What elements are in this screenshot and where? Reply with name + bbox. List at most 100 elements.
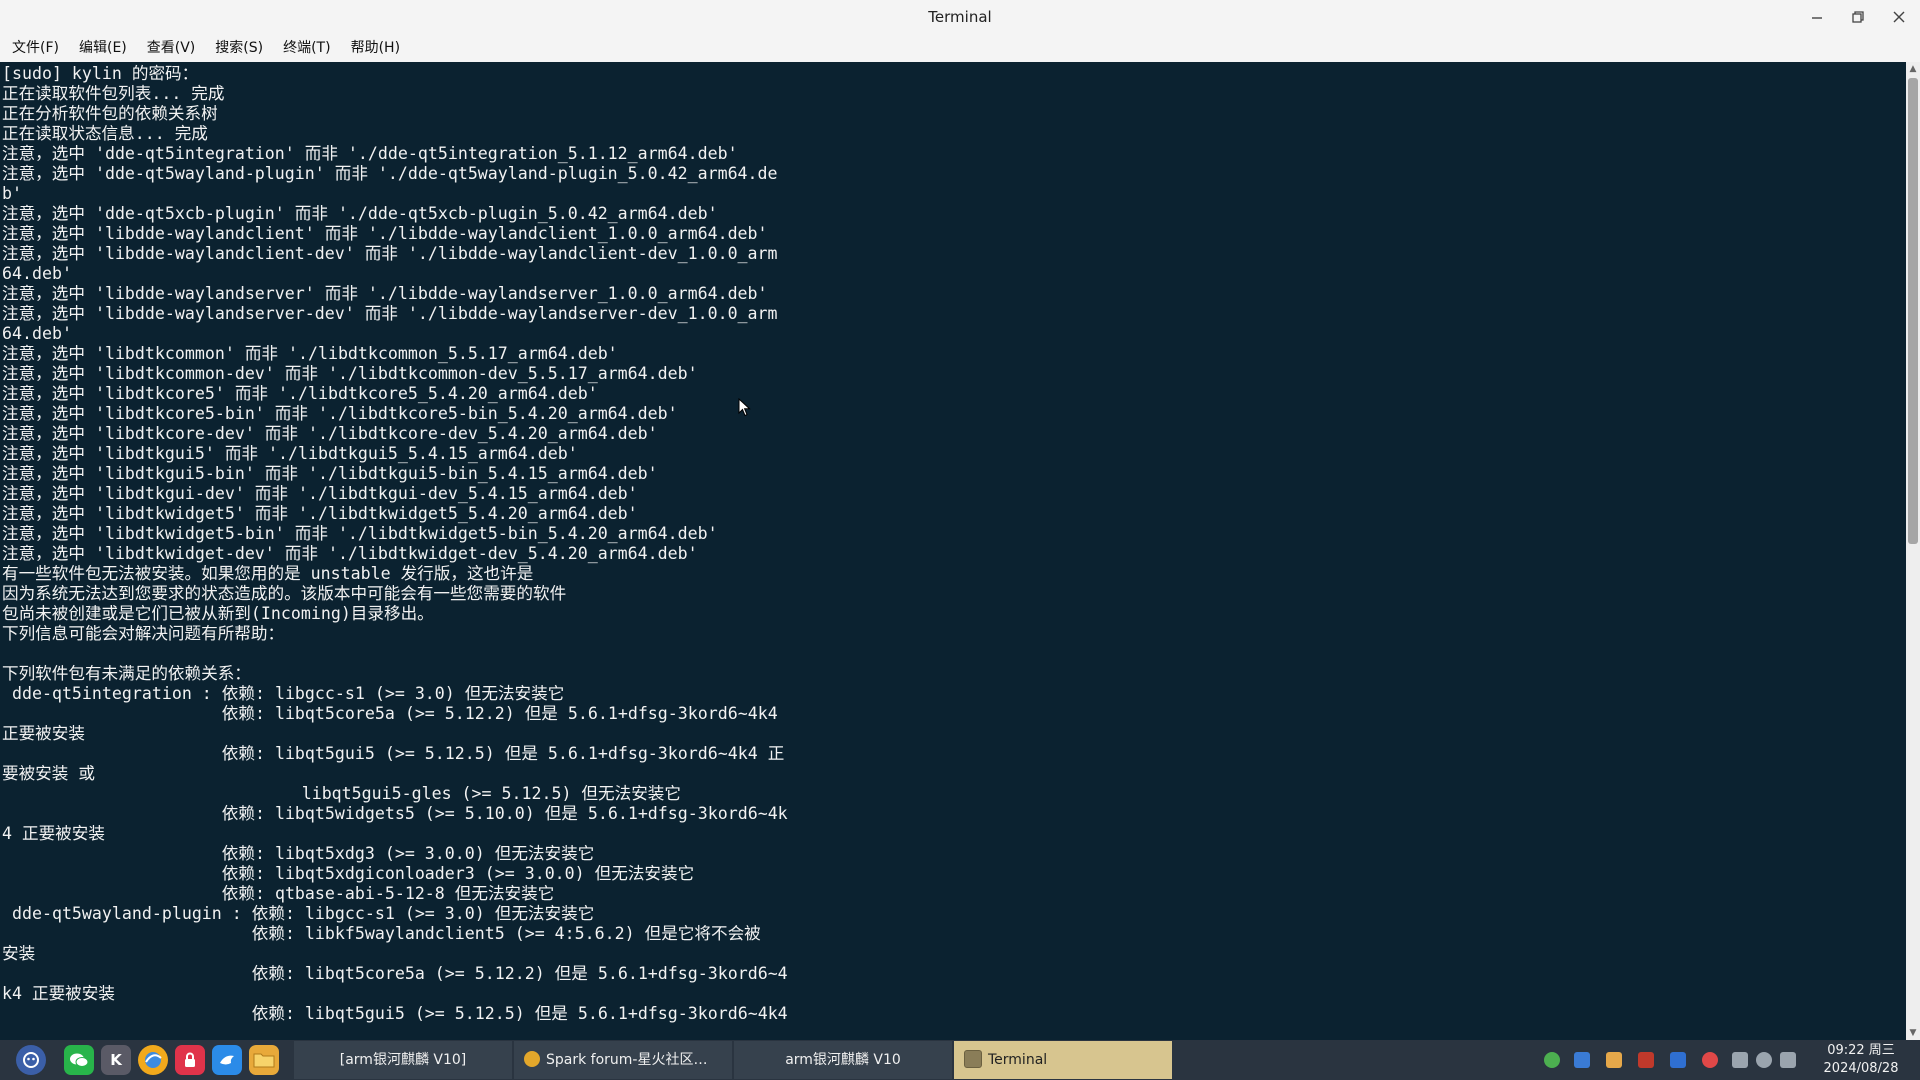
- terminal-line: 依赖: qtbase-abi-5-12-8 但无法安装它: [2, 884, 555, 903]
- terminal-line: 有一些软件包无法被安装。如果您用的是 unstable 发行版，这也许是: [2, 564, 534, 583]
- terminal-line: dde-qt5wayland-plugin : 依赖: libgcc-s1 (>…: [2, 904, 595, 923]
- menu-file[interactable]: 文件(F): [2, 34, 69, 62]
- app-tray-icon[interactable]: [1606, 1052, 1622, 1068]
- restore-icon: [1852, 11, 1864, 23]
- terminal-line: 注意，选中 'libdtkwidget5' 而非 './libdtkwidget…: [2, 504, 638, 523]
- menu-view[interactable]: 查看(V): [137, 34, 206, 62]
- terminal-output: [sudo] kylin 的密码： 正在读取软件包列表... 完成 正在分析软件包的…: [0, 62, 1906, 1024]
- volume-icon[interactable]: [1756, 1052, 1772, 1068]
- terminal-line: [sudo] kylin 的密码：: [2, 64, 199, 83]
- terminal-line: 包尚未被创建或是它们已被从新到(Incoming)目录移出。: [2, 604, 434, 623]
- terminal-line: 依赖: libqt5widgets5 (>= 5.10.0) 但是 5.6.1+…: [2, 804, 788, 823]
- clock-date: 2024/08/28: [1823, 1061, 1899, 1076]
- bird-glyph-icon: [220, 1055, 234, 1065]
- terminal-line: 注意，选中 'dde-qt5xcb-plugin' 而非 './dde-qt5x…: [2, 204, 718, 223]
- update-tray-icon[interactable]: [1702, 1052, 1718, 1068]
- keyboard-icon[interactable]: [1732, 1052, 1748, 1068]
- terminal-line: 要被安装 或: [2, 764, 95, 783]
- taskbar: K [arm银河麒麟 V10] Spark forum-星火社区… arm银河麒…: [0, 1040, 1920, 1080]
- window-titlebar[interactable]: Terminal: [0, 0, 1920, 34]
- terminal-line: 因为系统无法达到您要求的状态造成的。该版本中可能会有一些您需要的软件: [2, 584, 567, 603]
- terminal-line: 注意，选中 'libdde-waylandclient' 而非 './libdd…: [2, 224, 768, 243]
- close-button[interactable]: [1886, 6, 1912, 28]
- terminal-line: 注意，选中 'dde-qt5wayland-plugin' 而非 './dde-…: [2, 164, 778, 183]
- terminal-line: 依赖: libqt5gui5 (>= 5.12.5) 但是 5.6.1+dfsg…: [2, 1004, 788, 1023]
- launcher-icon[interactable]: [16, 1045, 46, 1075]
- shield-icon[interactable]: [1574, 1052, 1590, 1068]
- bird-icon[interactable]: [212, 1045, 242, 1075]
- menu-search[interactable]: 搜索(S): [205, 34, 273, 62]
- taskbar-window-2[interactable]: Spark forum-星火社区…: [514, 1041, 732, 1079]
- terminal-line: dde-qt5integration : 依赖: libgcc-s1 (>= 3…: [2, 684, 565, 703]
- terminal-line: 注意，选中 'libdtkcore5-bin' 而非 './libdtkcore…: [2, 404, 678, 423]
- terminal-line: 注意，选中 'dde-qt5integration' 而非 './dde-qt5…: [2, 144, 738, 163]
- terminal-line: b': [2, 184, 22, 203]
- lock-icon: [185, 1052, 195, 1067]
- browser-small-icon: [524, 1051, 540, 1067]
- notification-icon[interactable]: [1780, 1052, 1796, 1068]
- mouse-cursor-icon: [738, 398, 751, 417]
- menu-bar: 文件(F) 编辑(E) 查看(V) 搜索(S) 终端(T) 帮助(H): [0, 34, 1920, 63]
- menu-edit[interactable]: 编辑(E): [69, 34, 137, 62]
- launcher-glyph-icon: [23, 1052, 39, 1068]
- terminal-line: 注意，选中 'libdtkgui-dev' 而非 './libdtkgui-de…: [2, 484, 638, 503]
- terminal-line: 注意，选中 'libdtkcore5' 而非 './libdtkcore5_5.…: [2, 384, 598, 403]
- scroll-up-icon[interactable]: ▲: [1906, 62, 1920, 76]
- terminal-line: 注意，选中 'libdde-waylandserver-dev' 而非 './l…: [2, 304, 778, 323]
- terminal-line: 4 正要被安装: [2, 824, 105, 843]
- terminal-line: 注意，选中 'libdde-waylandserver' 而非 './libdd…: [2, 284, 768, 303]
- browser-icon[interactable]: [138, 1045, 168, 1075]
- terminal-line: 依赖: libkf5waylandclient5 (>= 4:5.6.2) 但是…: [2, 924, 761, 943]
- taskbar-window-label: [arm银河麒麟 V10]: [339, 1052, 467, 1068]
- scrollbar-thumb[interactable]: [1908, 78, 1918, 544]
- terminal-line: 依赖: libqt5gui5 (>= 5.12.5) 但是 5.6.1+dfsg…: [2, 744, 785, 763]
- terminal-line: 64.deb': [2, 324, 72, 343]
- terminal-line: 下列软件包有未满足的依赖关系：: [2, 664, 251, 683]
- security-tray-icon[interactable]: [1670, 1052, 1686, 1068]
- terminal-small-icon: [964, 1050, 982, 1068]
- window-title: Terminal: [928, 8, 992, 26]
- terminal-line: 依赖: libqt5xdgiconloader3 (>= 3.0.0) 但无法安…: [2, 864, 695, 883]
- scroll-down-icon[interactable]: ▼: [1906, 1026, 1920, 1040]
- terminal-line: 依赖: libqt5core5a (>= 5.12.2) 但是 5.6.1+df…: [2, 704, 778, 723]
- terminal-line: 64.deb': [2, 264, 72, 283]
- kylin-k-icon[interactable]: K: [101, 1045, 131, 1075]
- browser-glyph-icon: [145, 1052, 162, 1068]
- terminal-line: 注意，选中 'libdtkgui5-bin' 而非 './libdtkgui5-…: [2, 464, 658, 483]
- terminal-line: 安装: [2, 944, 36, 963]
- folder-icon: [253, 1053, 275, 1068]
- terminal-line: 依赖: libqt5core5a (>= 5.12.2) 但是 5.6.1+df…: [2, 964, 788, 983]
- wechat-glyph-icon: [70, 1053, 89, 1067]
- taskbar-window-1[interactable]: [arm银河麒麟 V10]: [294, 1041, 512, 1079]
- terminal-line: 注意，选中 'libdde-waylandclient-dev' 而非 './l…: [2, 244, 778, 263]
- file-manager-icon[interactable]: [249, 1045, 279, 1075]
- wechat-icon[interactable]: [64, 1045, 94, 1075]
- vertical-scrollbar[interactable]: ▲ ▼: [1906, 62, 1920, 1040]
- terminal-area[interactable]: [sudo] kylin 的密码： 正在读取软件包列表... 完成 正在分析软件包的…: [0, 62, 1906, 1040]
- taskbar-window-label: arm银河麒麟 V10: [785, 1052, 901, 1068]
- terminal-line: 注意，选中 'libdtkcore-dev' 而非 './libdtkcore-…: [2, 424, 658, 443]
- terminal-line: 注意，选中 'libdtkwidget-dev' 而非 './libdtkwid…: [2, 544, 698, 563]
- network-status-icon[interactable]: [1544, 1052, 1560, 1068]
- terminal-line: 正要被安装: [2, 724, 85, 743]
- clock[interactable]: 09:22 周三 2024/08/28: [1812, 1042, 1910, 1078]
- close-icon: [1893, 11, 1905, 23]
- terminal-line: 下列信息可能会对解决问题有所帮助：: [2, 624, 285, 643]
- terminal-line: k4 正要被安装: [2, 984, 115, 1003]
- restore-button[interactable]: [1845, 6, 1871, 28]
- minimize-icon: [1812, 17, 1822, 19]
- input-method-icon[interactable]: [1638, 1052, 1654, 1068]
- taskbar-window-terminal[interactable]: Terminal: [954, 1041, 1172, 1079]
- terminal-line: 注意，选中 'libdtkcommon-dev' 而非 './libdtkcom…: [2, 364, 698, 383]
- security-icon[interactable]: [175, 1045, 205, 1075]
- terminal-line: 注意，选中 'libdtkgui5' 而非 './libdtkgui5_5.4.…: [2, 444, 578, 463]
- taskbar-window-3[interactable]: arm银河麒麟 V10: [734, 1041, 952, 1079]
- menu-terminal[interactable]: 终端(T): [273, 34, 340, 62]
- minimize-button[interactable]: [1804, 6, 1830, 28]
- taskbar-window-label: Spark forum-星火社区…: [546, 1052, 708, 1068]
- terminal-line: 正在读取状态信息... 完成: [2, 124, 208, 143]
- menu-help[interactable]: 帮助(H): [341, 34, 410, 62]
- terminal-line: 正在分析软件包的依赖关系树: [2, 104, 218, 123]
- terminal-line: 正在读取软件包列表... 完成: [2, 84, 225, 103]
